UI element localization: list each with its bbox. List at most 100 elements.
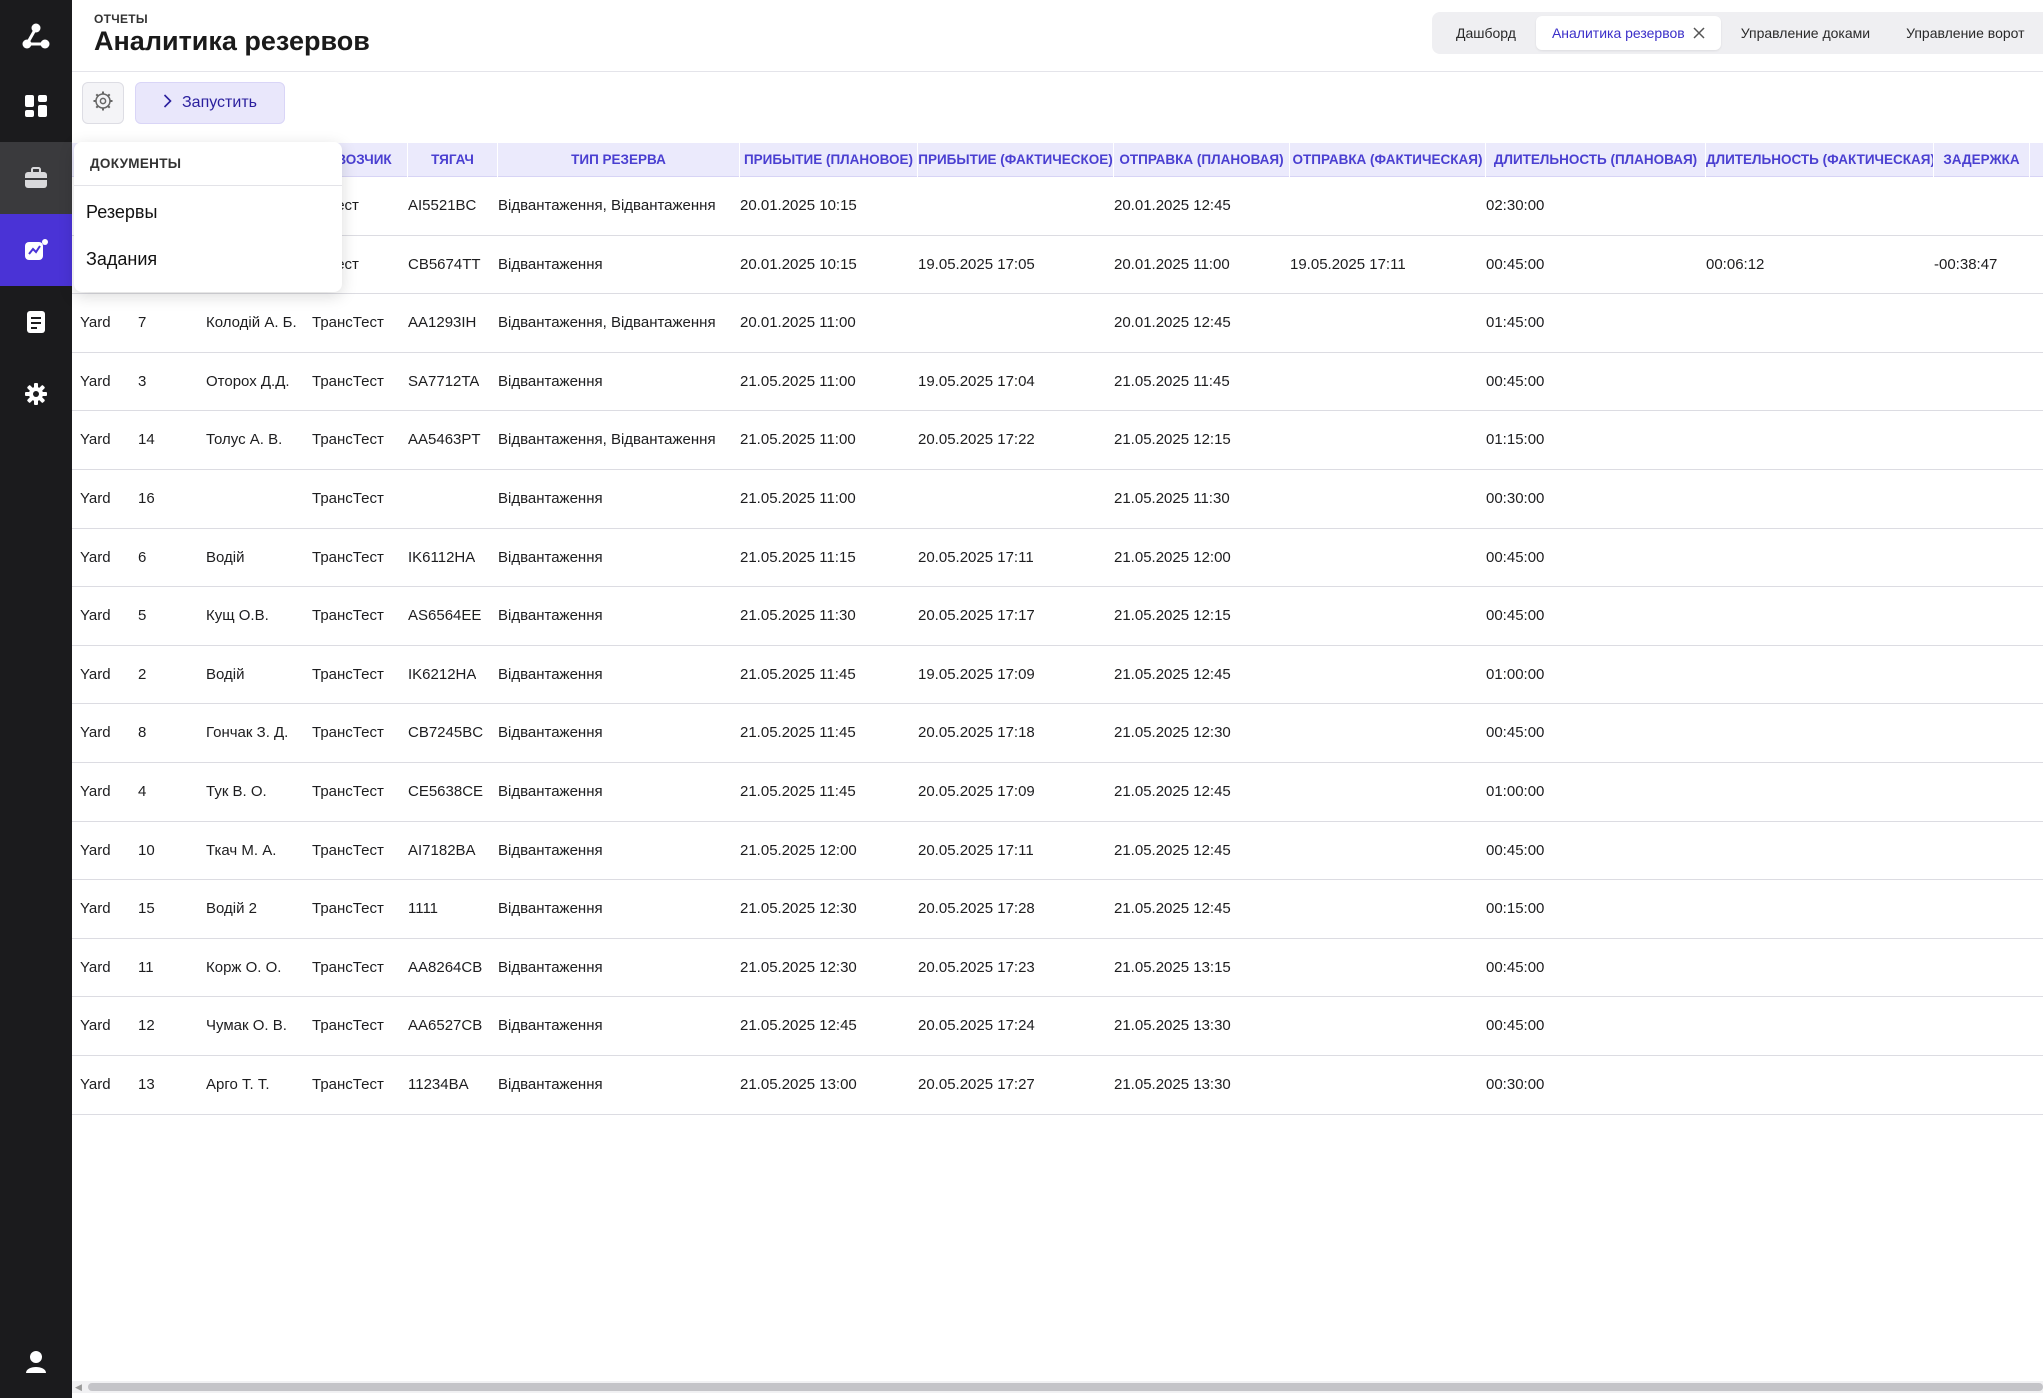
table-cell: Арго Т. Т. <box>206 1075 270 1093</box>
table-cell: 21.05.2025 11:30 <box>1114 489 1230 507</box>
table-cell: Ткач М. А. <box>206 841 277 859</box>
table-cell: 20.05.2025 17:23 <box>918 958 1035 976</box>
table-cell: Yard <box>80 841 111 859</box>
run-button[interactable]: Запустить <box>135 82 285 124</box>
table-row[interactable]: исТестCB5674TTВідвантаження20.01.2025 10… <box>72 236 2043 295</box>
table-cell: 20.05.2025 17:09 <box>918 782 1035 800</box>
table-cell: Yard <box>80 607 111 625</box>
close-icon[interactable] <box>1693 27 1705 39</box>
dashboard-icon[interactable] <box>0 70 72 142</box>
table-row[interactable]: Yard 10 Ткач М. А. ТрансТест AI7182BA Відвант… <box>72 822 2043 881</box>
table-cell: ТрансТест <box>312 372 384 390</box>
table-cell: 00:30:00 <box>1486 1075 1545 1093</box>
briefcase-icon[interactable] <box>0 142 72 214</box>
column-header[interactable]: ЗАДЕРЖКА <box>1934 143 2030 177</box>
table-cell: 4 <box>138 782 147 800</box>
table-cell: Гончак З. Д. <box>206 724 289 742</box>
table-cell: 01:15:00 <box>1486 431 1545 449</box>
table-cell: 00:45:00 <box>1486 548 1545 566</box>
tab-dock-management[interactable]: Управление доками <box>1725 16 1886 50</box>
scroll-left-icon[interactable]: ◀ <box>75 1382 82 1393</box>
table-row[interactable]: Yard 7 Колодій А. Б. ТрансТест AA1293IH Відва… <box>72 294 2043 353</box>
settings-icon[interactable] <box>0 358 72 430</box>
table-cell: 00:45:00 <box>1486 607 1545 625</box>
table-cell: 10 <box>138 841 155 859</box>
table-cell: IK6112HA <box>408 548 476 566</box>
user-icon[interactable] <box>0 1326 72 1398</box>
table-cell: 01:00:00 <box>1486 782 1545 800</box>
table-row[interactable]: исТестAI5521BCВідвантаження, Відвантажен… <box>72 177 2043 236</box>
table-cell: Оторох Д.Д. <box>206 372 290 390</box>
table-cell: 00:15:00 <box>1486 900 1545 918</box>
table-cell: ТрансТест <box>312 665 384 683</box>
table-cell: AA1293IH <box>408 314 477 332</box>
table-row[interactable]: Yard 12 Чумак О. В. ТрансТест AA6527CB Відван… <box>72 997 2043 1056</box>
table-row[interactable]: Yard 15 Водій 2 ТрансТест 1111 Відвантаження 2… <box>72 880 2043 939</box>
table-cell: 19.05.2025 17:05 <box>918 255 1035 273</box>
tab-dashboard[interactable]: Дашборд <box>1440 16 1532 50</box>
table-cell: ТрансТест <box>312 782 384 800</box>
logo-icon[interactable] <box>0 0 72 72</box>
horizontal-scrollbar[interactable]: ◀ <box>72 1381 2043 1393</box>
table-cell: Відвантаження <box>498 841 603 859</box>
reserves-table: ЕВОЗЧИК ТЯГАЧ ТИП РЕЗЕРВА ПРИБЫТИЕ (ПЛАНОВО… <box>72 143 2043 1115</box>
tab-reserve-analytics[interactable]: Аналитика резервов <box>1535 16 1721 50</box>
page-title: Аналитика резервов <box>94 26 370 56</box>
column-header[interactable]: ОТПРАВКА (ПЛАНОВАЯ) <box>1114 143 1290 177</box>
table-row[interactable]: Yard 11 Корж О. О. ТрансТест AA8264CB Відвант… <box>72 939 2043 998</box>
column-header[interactable]: З <box>2030 143 2043 177</box>
tab-gate-management[interactable]: Управление ворот <box>1890 16 2040 50</box>
table-cell: 21.05.2025 12:45 <box>740 1017 857 1035</box>
table-row[interactable]: Yard 3 Оторох Д.Д. ТрансТест SA7712TA Відвант… <box>72 353 2043 412</box>
table-row[interactable]: Yard 13 Арго Т. Т. ТрансТест 11234BA Відванта… <box>72 1056 2043 1115</box>
documents-dropdown: ДОКУМЕНТЫ Резервы Задания <box>74 142 342 292</box>
table-row[interactable]: Yard 6 Водій ТрансТест IK6112HA Відвантаження… <box>72 529 2043 588</box>
table-row[interactable]: Yard 16 ТрансТест Відвантаження 21.05.2025 1… <box>72 470 2043 529</box>
table-cell: CE5638CE <box>408 782 484 800</box>
table-cell: 7 <box>138 314 147 332</box>
column-header[interactable]: ПРИБЫТИЕ (ФАКТИЧЕСКОЕ) <box>918 143 1114 177</box>
table-cell: Чумак О. В. <box>206 1017 287 1035</box>
menu-item-tasks[interactable]: Задания <box>86 249 157 270</box>
scrollbar-thumb[interactable] <box>88 1383 2043 1391</box>
table-cell: Відвантаження <box>498 1017 603 1035</box>
table-cell: 00:45:00 <box>1486 1017 1545 1035</box>
table-cell: Yard <box>80 548 111 566</box>
tab-label: Аналитика резервов <box>1551 25 1685 41</box>
table-cell: Yard <box>80 958 111 976</box>
table-row[interactable]: Yard 2 Водій ТрансТест IK6212HA Відвантаження… <box>72 646 2043 705</box>
table-cell: 21.05.2025 11:45 <box>1114 372 1230 390</box>
table-cell: 21.05.2025 12:00 <box>1114 548 1231 566</box>
column-header[interactable]: ТЯГАЧ <box>408 143 498 177</box>
page-header: ОТЧЕТЫ Аналитика резервов Дашборд Аналит… <box>72 0 2043 72</box>
analytics-icon[interactable] <box>0 214 72 286</box>
table-cell: 00:06:12 <box>1706 255 1765 273</box>
table-cell: 20.01.2025 11:00 <box>1114 255 1230 273</box>
table-cell: AS6564EE <box>408 607 482 625</box>
table-cell: CB7245BC <box>408 724 484 742</box>
table-cell: Відвантаження, Відвантаження <box>498 197 716 214</box>
settings-button[interactable] <box>82 82 124 124</box>
menu-item-reserves[interactable]: Резервы <box>86 202 157 223</box>
table-row[interactable]: Yard 8 Гончак З. Д. ТрансТест CB7245BC Відван… <box>72 704 2043 763</box>
table-cell: Тук В. О. <box>206 782 267 800</box>
tab-bar: Дашборд Аналитика резервов Управление до… <box>1432 12 2043 54</box>
table-cell: Відвантаження <box>498 1075 603 1093</box>
document-icon[interactable] <box>0 286 72 358</box>
table-cell: ТрансТест <box>312 724 384 742</box>
table-cell: Yard <box>80 724 111 742</box>
column-header[interactable]: ПРИБЫТИЕ (ПЛАНОВОЕ) <box>740 143 918 177</box>
column-header[interactable]: ДЛИТЕЛЬНОСТЬ (ФАКТИЧЕСКАЯ) <box>1706 143 1934 177</box>
table-cell: 20.01.2025 10:15 <box>740 197 857 214</box>
table-row[interactable]: Yard 5 Кущ О.В. ТрансТест AS6564EE Відвантаже… <box>72 587 2043 646</box>
table-cell: ТрансТест <box>312 431 384 449</box>
table-cell: 20.05.2025 17:18 <box>918 724 1035 742</box>
column-header[interactable]: ОТПРАВКА (ФАКТИЧЕСКАЯ) <box>1290 143 1486 177</box>
column-header[interactable]: ДЛИТЕЛЬНОСТЬ (ПЛАНОВАЯ) <box>1486 143 1706 177</box>
table-row[interactable]: Yard 14 Толус А. В. ТрансТест AA5463PT Відван… <box>72 411 2043 470</box>
dropdown-header: ДОКУМЕНТЫ <box>90 156 182 171</box>
column-header[interactable]: ТИП РЕЗЕРВА <box>498 143 740 177</box>
table-cell: 5 <box>138 607 147 625</box>
table-cell: 21.05.2025 12:45 <box>1114 900 1231 918</box>
table-row[interactable]: Yard 4 Тук В. О. ТрансТест CE5638CE Відвантаж… <box>72 763 2043 822</box>
